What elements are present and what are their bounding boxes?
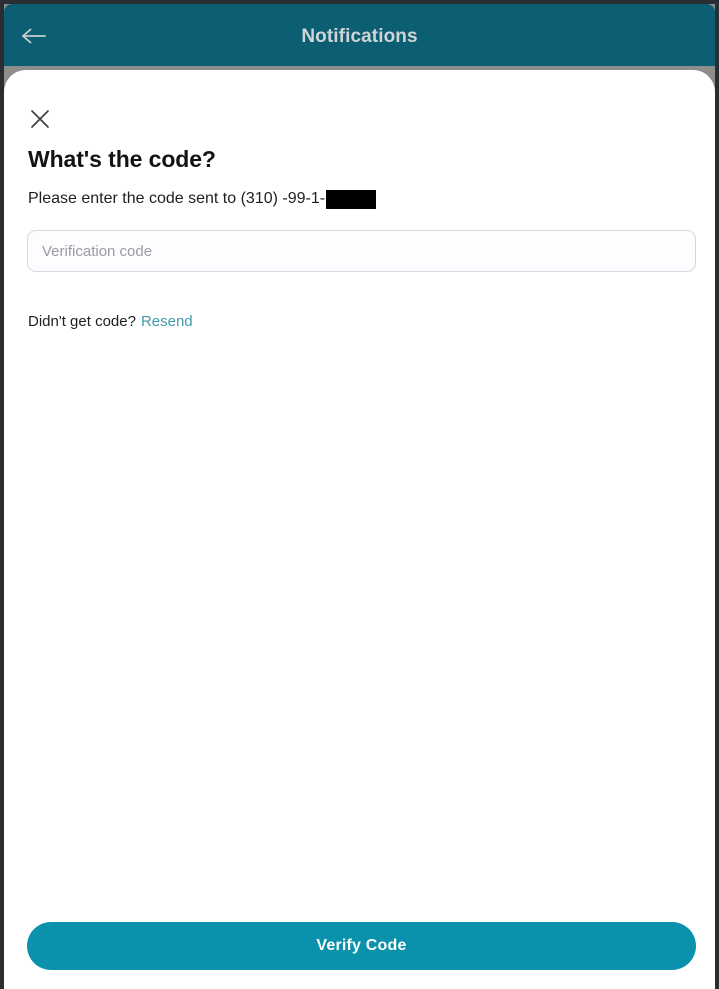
app-bar-title: Notifications <box>4 25 715 49</box>
verification-code-input[interactable] <box>27 230 696 272</box>
resend-row: Didn't get code? Resend <box>28 312 193 332</box>
close-x-icon <box>29 108 51 130</box>
page-title: What's the code? <box>28 145 216 173</box>
instruction-text-label: Please enter the code sent to (310) -99-… <box>28 188 325 210</box>
verification-sheet: What's the code? Please enter the code s… <box>4 70 715 989</box>
close-button[interactable] <box>24 103 56 135</box>
redacted-phone-digits <box>326 190 376 209</box>
resend-link[interactable]: Resend <box>141 313 193 330</box>
app-screen: Notifications What's the code? Please en… <box>0 0 719 989</box>
verify-code-button[interactable]: Verify Code <box>27 922 696 970</box>
instruction-text: Please enter the code sent to (310) -99-… <box>28 188 376 210</box>
app-bar: Notifications <box>4 4 715 66</box>
resend-question-label: Didn't get code? <box>28 313 136 330</box>
device-frame-right <box>715 0 719 989</box>
